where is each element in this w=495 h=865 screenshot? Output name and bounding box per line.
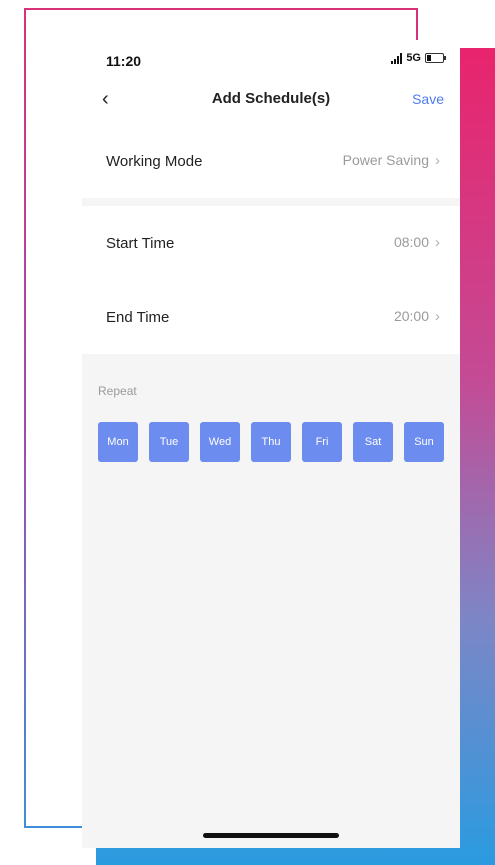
battery-icon: [425, 53, 446, 63]
phone-screen: 11:20 5G ‹ Add Schedule(s) Save Working …: [82, 40, 460, 848]
nav-bar: ‹ Add Schedule(s) Save: [82, 80, 460, 124]
start-time-label: Start Time: [106, 234, 175, 252]
start-time-row[interactable]: Start Time 08:00 ›: [82, 206, 460, 280]
day-fri-button[interactable]: Fri: [302, 422, 342, 462]
repeat-label: Repeat: [98, 384, 137, 398]
end-time-value: 20:00: [393, 308, 429, 324]
day-wed-button[interactable]: Wed: [200, 422, 240, 462]
working-mode-row[interactable]: Working Mode Power Saving ›: [82, 124, 460, 198]
start-time-value-group: 08:00 ›: [394, 234, 440, 252]
end-time-value-group: 20:00 ›: [394, 308, 440, 326]
repeat-days: Mon Tue Wed Thu Fri Sat Sun: [98, 422, 444, 462]
chevron-right-icon: ›: [435, 308, 440, 325]
working-mode-value: Power Saving: [342, 152, 429, 168]
status-time: 11:20: [106, 53, 142, 69]
chevron-right-icon: ›: [435, 234, 440, 251]
signal-icon: [391, 52, 403, 64]
network-type: 5G: [406, 52, 421, 64]
day-sat-button[interactable]: Sat: [353, 422, 393, 462]
page-title: Add Schedule(s): [211, 90, 331, 107]
chevron-right-icon: ›: [435, 152, 440, 169]
working-mode-value-group: Power Saving ›: [343, 152, 440, 170]
end-time-label: End Time: [106, 308, 170, 326]
home-indicator: [203, 833, 339, 838]
start-time-value: 08:00: [393, 234, 429, 250]
day-sun-button[interactable]: Sun: [404, 422, 444, 462]
day-mon-button[interactable]: Mon: [98, 422, 138, 462]
end-time-row[interactable]: End Time 20:00 ›: [82, 280, 460, 354]
status-bar: 11:20 5G: [82, 40, 460, 80]
day-thu-button[interactable]: Thu: [251, 422, 291, 462]
status-indicators: 5G: [391, 52, 446, 64]
save-button[interactable]: Save: [412, 91, 444, 107]
working-mode-label: Working Mode: [106, 152, 203, 170]
day-tue-button[interactable]: Tue: [149, 422, 189, 462]
